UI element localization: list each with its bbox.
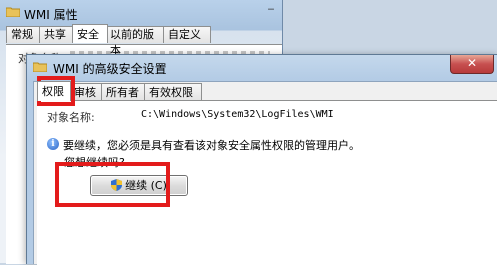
tab-effective-permissions[interactable]: 有效权限 (144, 83, 202, 100)
advanced-security-settings-window: WMI 的高级安全设置 ✕ 权限 审核 所有者 有效权限 对象名称: C:\Wi… (26, 54, 497, 265)
window-title: WMI 属性 (24, 8, 78, 22)
tab-permissions[interactable]: 权限 (37, 81, 71, 101)
folder-icon (33, 62, 47, 72)
object-name-label: 对象名称: (47, 111, 95, 124)
window-title: WMI 的高级安全设置 (53, 62, 167, 76)
object-name-value: C:\Windows\System32\LogFiles\WMI (141, 109, 334, 120)
tab-security[interactable]: 安全 (72, 24, 108, 43)
folder-icon (6, 7, 20, 17)
annotation-highlight-continue-button (55, 162, 170, 207)
minimize-button[interactable]: ‒ (260, 0, 282, 18)
info-icon: i (47, 138, 59, 150)
close-button[interactable]: ✕ (450, 55, 494, 74)
info-message: 要继续，您必须是具有查看该对象安全属性权限的管理用户。 (63, 139, 360, 152)
tab-owner[interactable]: 所有者 (101, 83, 147, 100)
tab-customize[interactable]: 自定义 (163, 26, 211, 43)
tab-general[interactable]: 常规 (6, 26, 42, 43)
tab-sharing[interactable]: 共享 (39, 26, 75, 43)
tab-previous-versions[interactable]: 以前的版本 (105, 26, 165, 57)
